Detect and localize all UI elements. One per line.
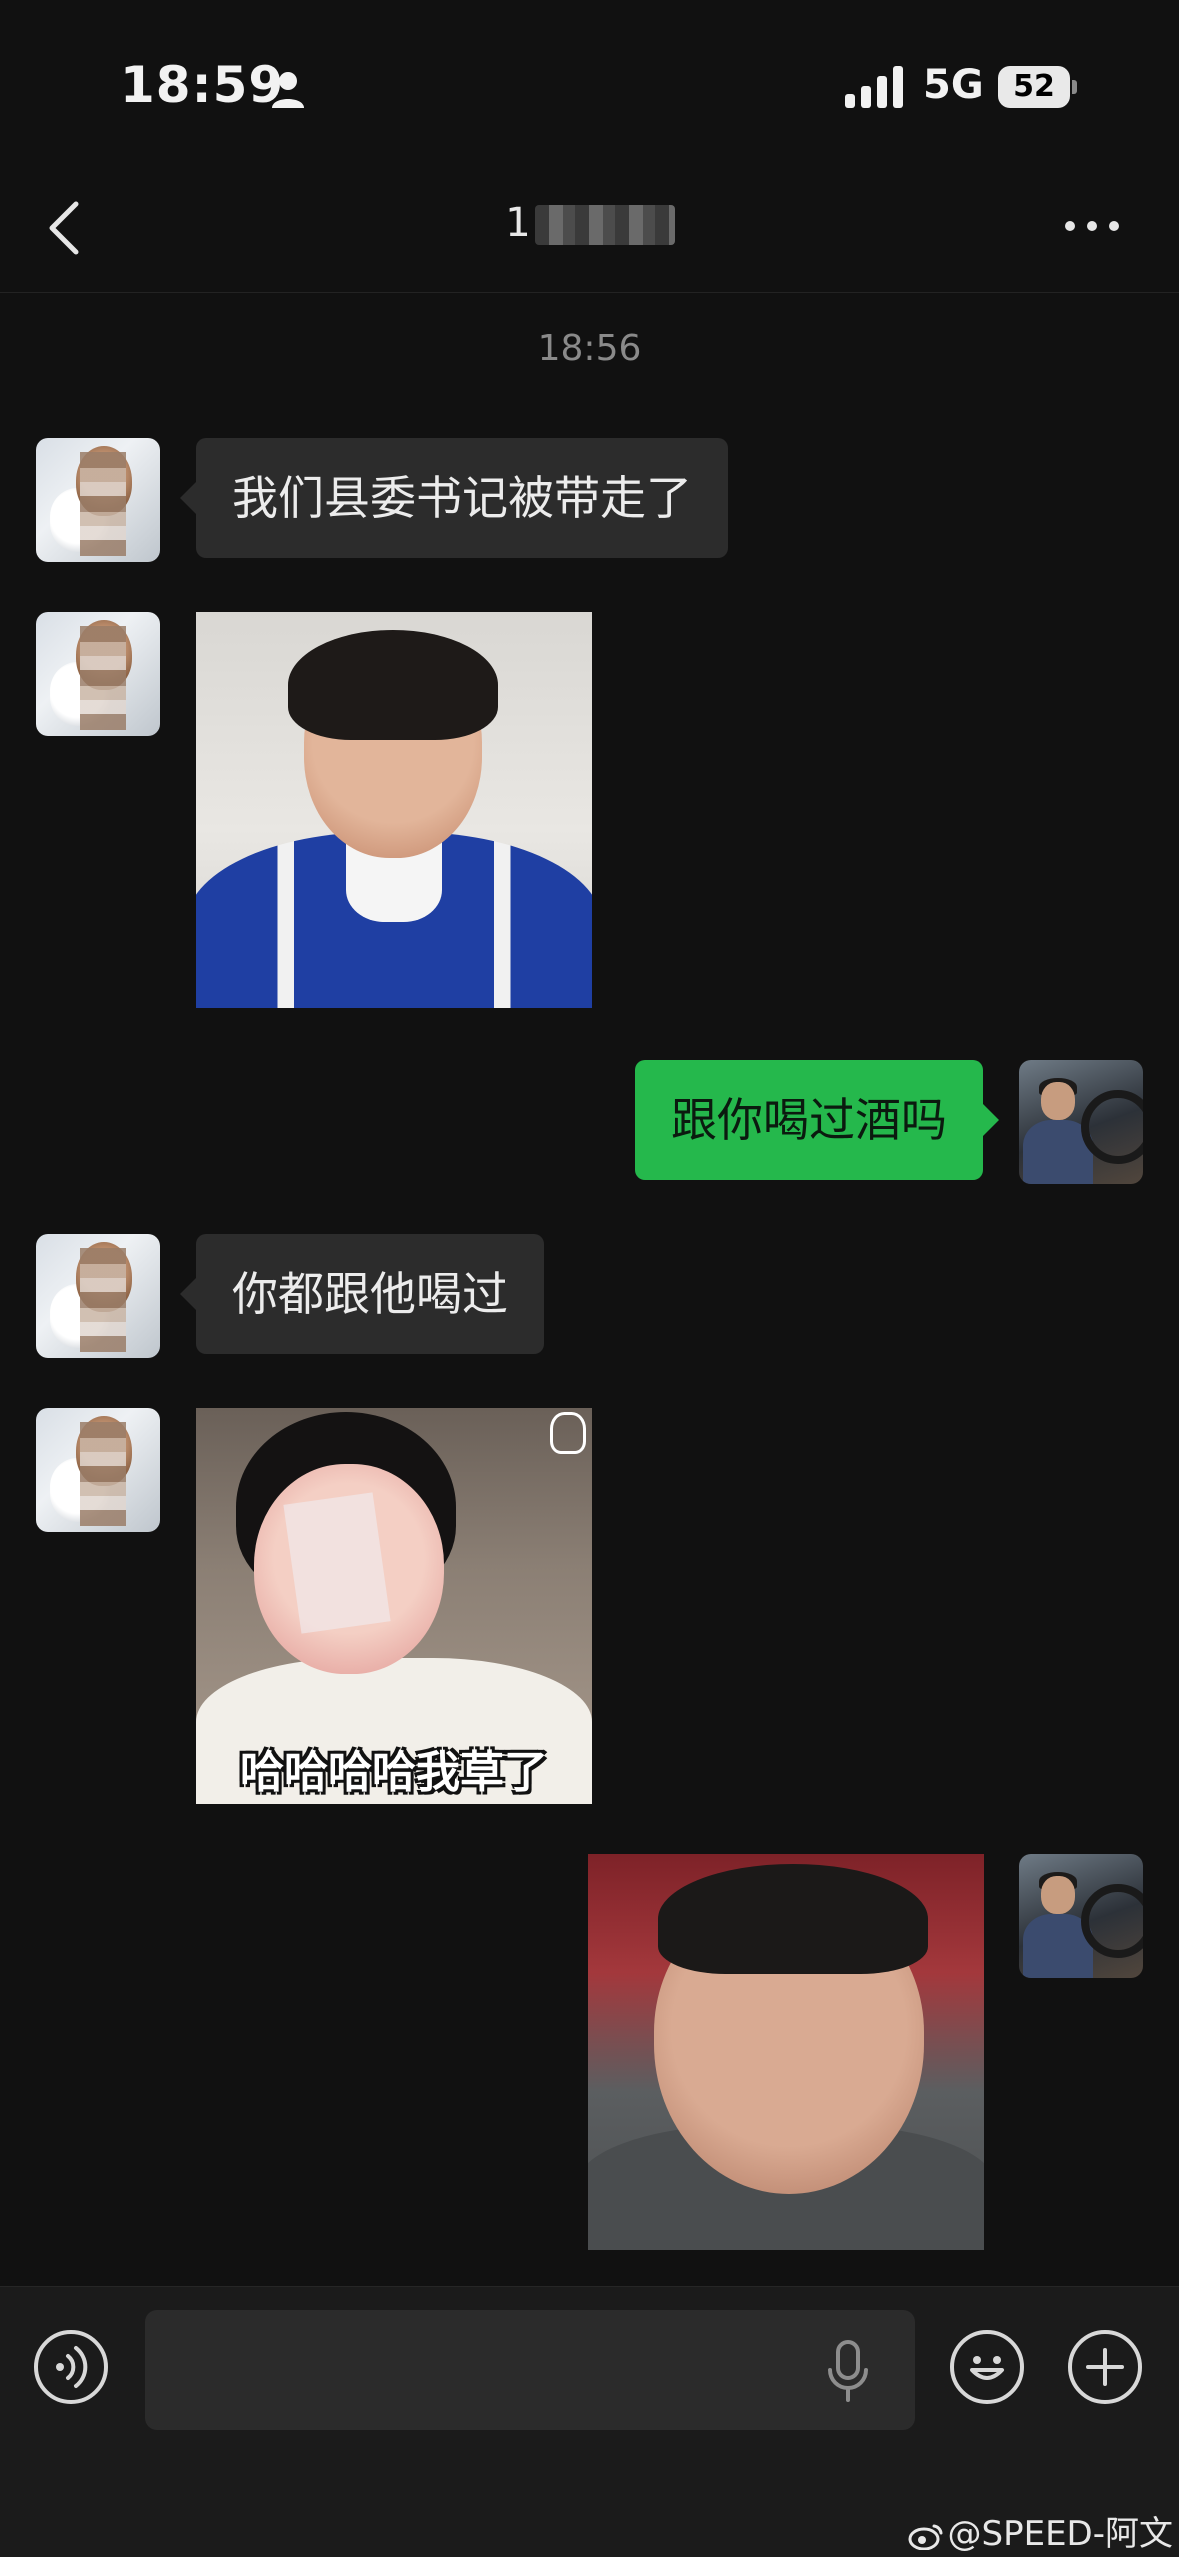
- weibo-icon: [908, 2524, 942, 2550]
- plus-icon: [1086, 2348, 1124, 2386]
- battery-level: 52: [998, 66, 1070, 108]
- contact-avatar[interactable]: [36, 612, 160, 736]
- more-actions-button[interactable]: [1068, 2330, 1142, 2404]
- redacted-name: [534, 205, 675, 245]
- voice-wave-icon: [56, 2346, 88, 2388]
- crying-man-sticker[interactable]: [196, 612, 592, 1008]
- message-bubble-incoming[interactable]: 你都跟他喝过: [180, 1234, 544, 1354]
- signal-icon: [845, 66, 903, 108]
- my-avatar[interactable]: [1019, 1854, 1143, 1978]
- sticker-caption: 哈哈哈哈我草了: [240, 1747, 548, 1798]
- smiley-icon: [970, 2356, 1004, 2380]
- voice-input-button[interactable]: [34, 2330, 108, 2404]
- message-bubble-outgoing[interactable]: 跟你喝过酒吗: [635, 1060, 999, 1180]
- microphone-icon[interactable]: [826, 2340, 870, 2404]
- network-type: 5G: [923, 62, 984, 108]
- contact-avatar[interactable]: [36, 1408, 160, 1532]
- laughing-child-sticker[interactable]: 哈哈哈哈我草了: [196, 1408, 592, 1804]
- contact-avatar[interactable]: [36, 438, 160, 562]
- message-bubble-incoming[interactable]: 我们县委书记被带走了: [180, 438, 728, 558]
- back-button[interactable]: [40, 196, 90, 260]
- watermark-text: @SPEED-阿文: [947, 2514, 1174, 2554]
- my-avatar[interactable]: [1019, 1060, 1143, 1184]
- emoji-button[interactable]: [950, 2330, 1024, 2404]
- contact-avatar[interactable]: [36, 1234, 160, 1358]
- chat-title: 1: [440, 200, 740, 246]
- status-time: 18:59: [120, 56, 285, 114]
- sticker-watermark-icon: [550, 1412, 586, 1454]
- chat-title-text: 1: [505, 200, 531, 246]
- person-icon: [272, 72, 304, 108]
- battery-icon: 52: [998, 66, 1078, 108]
- more-options-button[interactable]: [1062, 208, 1122, 244]
- message-timestamp: 18:56: [537, 328, 642, 369]
- chubby-boy-sticker[interactable]: [588, 1854, 984, 2250]
- message-input[interactable]: [145, 2310, 915, 2430]
- weibo-watermark: @SPEED-阿文: [908, 2506, 1174, 2555]
- status-bar: 18:59 5G 52: [0, 0, 1179, 170]
